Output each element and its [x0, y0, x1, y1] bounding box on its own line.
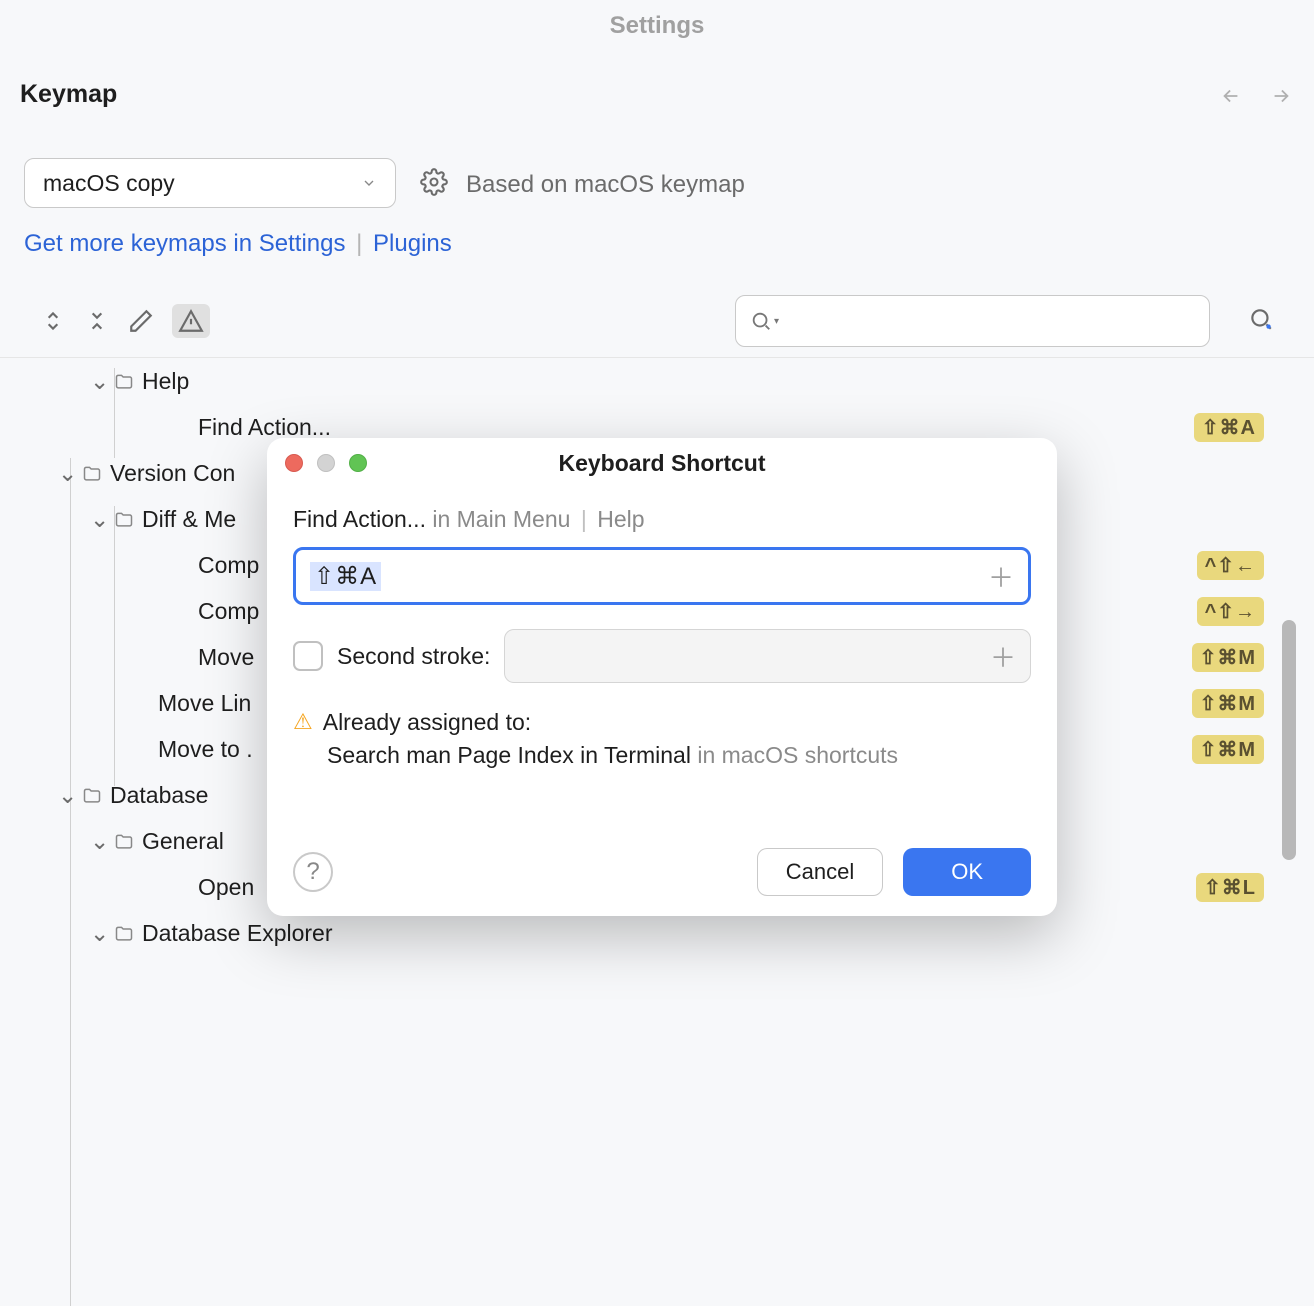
first-stroke-value: ⇧⌘A — [310, 562, 381, 591]
nav-arrows — [1220, 85, 1292, 112]
window-close-icon[interactable] — [285, 454, 303, 472]
scrollbar-thumb[interactable] — [1282, 620, 1296, 860]
link-separator: | — [356, 230, 362, 257]
tree-item-label: Move to . — [158, 736, 253, 763]
keymap-dropdown-value: macOS copy — [43, 170, 175, 197]
folder-icon — [114, 371, 134, 391]
shortcut-badge: ⇧⌘M — [1192, 689, 1264, 718]
ok-button[interactable]: OK — [903, 848, 1031, 896]
shortcut-badge: ⇧⌘L — [1196, 873, 1264, 902]
action-name: Find Action... — [293, 506, 426, 532]
gear-icon[interactable] — [420, 168, 448, 201]
second-stroke-label: Second stroke: — [337, 643, 490, 670]
tree-folder[interactable]: ⌄ Database Explorer — [20, 910, 1264, 956]
tree-item-label: Help — [142, 368, 189, 395]
conflicts-icon[interactable] — [172, 304, 210, 338]
settings-header: Settings — [610, 12, 705, 40]
chevron-down-icon — [361, 170, 377, 197]
shortcut-badge: ^⇧→ — [1197, 597, 1264, 626]
tree-item-label: Database — [110, 782, 208, 809]
chevron-down-icon: ⌄ — [90, 368, 108, 395]
tree-item-label: Comp — [198, 552, 259, 579]
action-path: Find Action... in Main Menu | Help — [293, 506, 1031, 533]
add-second-stroke-icon[interactable]: ＋ — [990, 638, 1016, 675]
folder-icon — [114, 923, 134, 943]
chevron-down-icon: ⌄ — [90, 828, 108, 855]
collapse-all-icon[interactable] — [84, 308, 110, 334]
warning-body: Search man Page Index in Terminal in mac… — [327, 742, 1031, 769]
tree-item-label: Version Con — [110, 460, 235, 487]
chevron-down-icon: ⌄ — [58, 782, 76, 809]
edit-icon[interactable] — [128, 308, 154, 334]
window-zoom-icon[interactable] — [349, 454, 367, 472]
chevron-down-icon: ⌄ — [58, 460, 76, 487]
tree-item-label: Find Action... — [198, 414, 331, 441]
warning-title: Already assigned to: — [323, 709, 531, 736]
expand-collapse-icon[interactable] — [40, 308, 66, 334]
chevron-down-icon: ⌄ — [90, 920, 108, 947]
second-stroke-input[interactable]: ＋ — [504, 629, 1031, 683]
tree-item-label: Move Lin — [158, 690, 251, 717]
cancel-button[interactable]: Cancel — [757, 848, 883, 896]
path-separator: | — [581, 506, 587, 532]
based-on-label: Based on macOS keymap — [466, 171, 745, 199]
shortcut-badge: ⇧⌘M — [1192, 735, 1264, 764]
chevron-down-icon: ⌄ — [90, 506, 108, 533]
plugins-link[interactable]: Plugins — [373, 230, 452, 257]
window-minimize-icon[interactable] — [317, 454, 335, 472]
folder-icon — [114, 509, 134, 529]
keymap-links: Get more keymaps in Settings | Plugins — [24, 230, 452, 258]
shortcut-badge: ⇧⌘M — [1192, 643, 1264, 672]
folder-icon — [82, 785, 102, 805]
find-by-shortcut-icon[interactable] — [1248, 306, 1274, 337]
second-stroke-checkbox[interactable] — [293, 641, 323, 671]
shortcut-badge: ⇧⌘A — [1194, 413, 1264, 442]
tree-item-label: Database Explorer — [142, 920, 333, 947]
first-stroke-input[interactable]: ⇧⌘A ＋ — [293, 547, 1031, 605]
dialog-title: Keyboard Shortcut — [558, 450, 765, 477]
folder-icon — [114, 831, 134, 851]
tree-item-label: Comp — [198, 598, 259, 625]
search-options-icon[interactable]: ▾ — [774, 316, 779, 327]
search-input[interactable]: ▾ — [735, 295, 1210, 347]
keymap-toolbar: ▾ — [0, 295, 1314, 358]
shortcut-badge: ^⇧← — [1197, 551, 1264, 580]
add-stroke-icon[interactable]: ＋ — [988, 558, 1014, 595]
tree-item-label: Open — [198, 874, 254, 901]
get-more-keymaps-link[interactable]: Get more keymaps in Settings — [24, 230, 345, 257]
keymap-dropdown[interactable]: macOS copy — [24, 158, 396, 208]
help-icon[interactable]: ? — [293, 852, 333, 892]
action-path-prefix: in Main Menu — [432, 506, 570, 532]
warning-icon: ⚠ — [293, 709, 313, 736]
tree-item-label: Move — [198, 644, 254, 671]
window-controls — [285, 454, 367, 472]
action-path-suffix: Help — [597, 506, 644, 532]
nav-back-icon[interactable] — [1220, 85, 1242, 112]
tree-folder[interactable]: ⌄ Help — [20, 358, 1264, 404]
folder-icon — [82, 463, 102, 483]
keyboard-shortcut-dialog: Keyboard Shortcut Find Action... in Main… — [267, 438, 1057, 916]
page-title: Keymap — [20, 80, 117, 109]
tree-item-label: General — [142, 828, 224, 855]
tree-item-label: Diff & Me — [142, 506, 236, 533]
nav-forward-icon[interactable] — [1270, 85, 1292, 112]
